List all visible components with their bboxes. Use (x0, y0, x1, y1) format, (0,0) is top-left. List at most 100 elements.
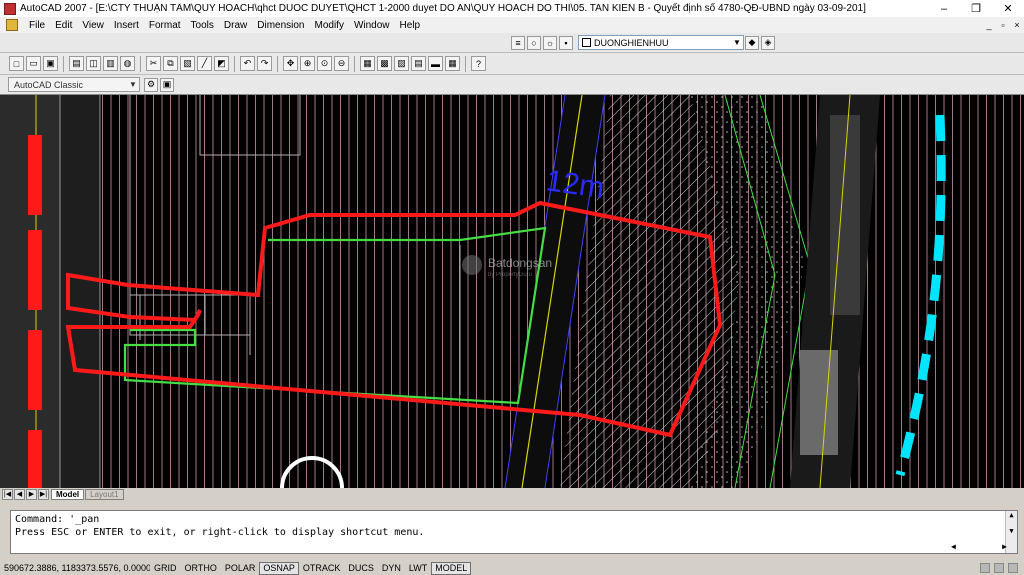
title-bar: AutoCAD 2007 - [E:\CTY THUẬN TÂM\QUY HOA… (0, 0, 1024, 17)
sun-icon[interactable]: ☼ (543, 35, 557, 50)
otrack-toggle[interactable]: OTRACK (298, 561, 345, 575)
toolbar-separator (234, 55, 235, 72)
command-history-line: Command: '_pan (15, 514, 100, 525)
calculator-icon[interactable]: ▦ (445, 56, 460, 71)
chevron-down-icon[interactable]: ▼ (127, 80, 139, 89)
status-tray (980, 563, 1024, 573)
tab-model[interactable]: Model (51, 489, 85, 500)
layers-toolbar: ≡ ○ ☼ ▪ DUONGHIENHUU ▼ ◆ ◈ (510, 35, 776, 50)
menu-edit[interactable]: Edit (50, 20, 77, 31)
status-bar: 590672.3886, 1183373.5576, 0.0000 GRID O… (0, 561, 1024, 575)
layer-manager-icon[interactable]: ≡ (511, 35, 525, 50)
menu-help[interactable]: Help (395, 20, 426, 31)
block-editor-icon[interactable]: ◩ (214, 56, 229, 71)
markup-icon[interactable]: ▬ (428, 56, 443, 71)
window-title: AutoCAD 2007 - [E:\CTY THUẬN TÂM\QUY HOA… (20, 3, 866, 14)
watermark-subtext: by PropertyGuru (488, 272, 532, 278)
zoom-previous-icon[interactable]: ⊖ (334, 56, 349, 71)
comm-center-icon[interactable] (980, 563, 990, 573)
make-current-layer-icon[interactable]: ◆ (745, 35, 759, 50)
layer-dropdown-value: DUONGHIENHUU (594, 37, 669, 48)
toolbar-separator (277, 55, 278, 72)
sheet-set-icon[interactable]: ▤ (411, 56, 426, 71)
toolbar-separator (354, 55, 355, 72)
autocad-app-icon[interactable] (4, 2, 16, 15)
menu-tools[interactable]: Tools (186, 20, 219, 31)
cad-drawing[interactable]: 12m Batdongsan by PropertyGuru (0, 95, 1024, 488)
prev-tab-button[interactable]: ◀ (14, 489, 25, 500)
watermark-logo (462, 255, 482, 275)
command-window[interactable]: Command: '_pan Press ESC or ENTER to exi… (10, 510, 1018, 554)
toolbar-separator (140, 55, 141, 72)
workspace-dropdown[interactable]: AutoCAD Classic ▼ (8, 77, 140, 92)
layer-dropdown[interactable]: DUONGHIENHUU ▼ (578, 35, 744, 50)
document-window-controls: _ ▫ × (982, 20, 1024, 30)
toolbar-separator (465, 55, 466, 72)
save-icon[interactable]: ▣ (43, 56, 58, 71)
layout-tab-bar: |◀ ◀ ▶ ▶| Model Layout1 (0, 488, 1024, 501)
undo-icon[interactable]: ↶ (240, 56, 255, 71)
properties-icon[interactable]: ▦ (360, 56, 375, 71)
menu-modify[interactable]: Modify (310, 20, 349, 31)
polar-toggle[interactable]: POLAR (220, 561, 260, 575)
next-tab-button[interactable]: ▶ (26, 489, 37, 500)
chevron-down-icon[interactable]: ▼ (731, 38, 743, 47)
command-hscroll[interactable]: ◀ ▶ (951, 542, 1007, 552)
workspace-settings-icon[interactable]: ⚙ (144, 77, 158, 92)
paste-icon[interactable]: ▧ (180, 56, 195, 71)
publish-icon[interactable]: ▥ (103, 56, 118, 71)
lwt-toggle[interactable]: LWT (404, 561, 432, 575)
my-workspace-icon[interactable]: ▣ (160, 77, 174, 92)
drawing-canvas[interactable]: 12m Batdongsan by PropertyGuru (0, 95, 1024, 488)
menu-insert[interactable]: Insert (109, 20, 144, 31)
menu-draw[interactable]: Draw (219, 20, 252, 31)
right-road-block (800, 350, 838, 455)
model-toggle[interactable]: MODEL (431, 561, 472, 575)
copy-icon[interactable]: ⧉ (163, 56, 178, 71)
tab-layout1[interactable]: Layout1 (85, 489, 124, 500)
pan-icon[interactable]: ✥ (283, 56, 298, 71)
layer-previous-icon[interactable]: ◈ (761, 35, 775, 50)
menu-file[interactable]: File (24, 20, 50, 31)
menu-view[interactable]: View (77, 20, 109, 31)
cut-icon[interactable]: ✂ (146, 56, 161, 71)
layer-color-swatch (582, 38, 591, 47)
lightbulb-icon[interactable]: ○ (527, 35, 541, 50)
right-road-median (830, 115, 860, 315)
menu-format[interactable]: Format (144, 20, 186, 31)
doc-restore-button[interactable]: ▫ (996, 20, 1010, 30)
zoom-realtime-icon[interactable]: ⊕ (300, 56, 315, 71)
dyn-toggle[interactable]: DYN (377, 561, 405, 575)
lock-icon[interactable] (994, 563, 1004, 573)
last-tab-button[interactable]: ▶| (38, 489, 49, 500)
zoom-window-icon[interactable]: ⊙ (317, 56, 332, 71)
grid-toggle[interactable]: GRID (150, 561, 181, 575)
coordinate-display: 590672.3886, 1183373.5576, 0.0000 (4, 563, 151, 573)
menu-bar: File Edit View Insert Format Tools Draw … (0, 17, 1024, 33)
design-center-icon[interactable]: ▩ (377, 56, 392, 71)
match-properties-icon[interactable]: ╱ (197, 56, 212, 71)
close-button[interactable]: ✕ (992, 1, 1024, 17)
layers-toolbar-row: ≡ ○ ☼ ▪ DUONGHIENHUU ▼ ◆ ◈ (0, 33, 1024, 53)
doc-close-button[interactable]: × (1010, 20, 1024, 30)
tool-palettes-icon[interactable]: ▨ (394, 56, 409, 71)
document-icon[interactable] (6, 19, 18, 31)
layer-lock-icon[interactable]: ▪ (559, 35, 573, 50)
open-folder-icon[interactable]: ▭ (26, 56, 41, 71)
publish-to-web-icon[interactable]: ◍ (120, 56, 135, 71)
menu-dimension[interactable]: Dimension (252, 20, 309, 31)
clean-screen-icon[interactable] (1008, 563, 1018, 573)
redo-icon[interactable]: ↷ (257, 56, 272, 71)
osnap-toggle[interactable]: OSNAP (259, 561, 299, 575)
restore-button[interactable]: ❐ (960, 1, 992, 17)
print-icon[interactable]: ▤ (69, 56, 84, 71)
menu-window[interactable]: Window (349, 20, 395, 31)
ducs-toggle[interactable]: DUCS (344, 561, 378, 575)
first-tab-button[interactable]: |◀ (2, 489, 13, 500)
new-file-icon[interactable]: □ (9, 56, 24, 71)
minimize-button[interactable]: – (928, 1, 960, 17)
ortho-toggle[interactable]: ORTHO (180, 561, 221, 575)
help-icon[interactable]: ? (471, 56, 486, 71)
doc-minimize-button[interactable]: _ (982, 20, 996, 30)
print-preview-icon[interactable]: ◫ (86, 56, 101, 71)
